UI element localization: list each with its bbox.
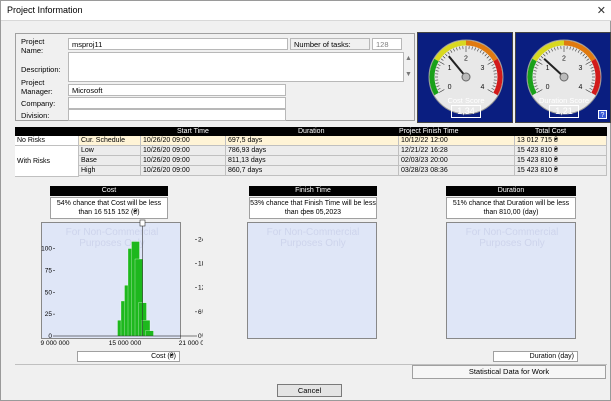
probability-marker-handle <box>139 219 146 227</box>
gauge-tick-label: 0 <box>448 84 452 91</box>
cost-score-label: Cost Score <box>447 96 485 105</box>
table-cell-finish: 10/12/22 12:00 <box>399 136 515 146</box>
with-risks-label: With Risks <box>15 146 79 177</box>
table-cell-type: Cur. Schedule <box>79 136 141 146</box>
help-icon[interactable]: ? <box>598 110 607 119</box>
table-header: Start Time Duration Project Finish Time … <box>15 127 607 136</box>
cost-unit-label: Cost (₴) <box>77 351 180 362</box>
description-label: Description: <box>21 65 61 74</box>
close-icon[interactable]: ✕ <box>597 4 606 17</box>
num-tasks-value: 128 <box>372 38 402 50</box>
title-bar: Project Information ✕ <box>1 1 611 21</box>
gauge-hub <box>461 72 471 82</box>
duration-unit-label: Duration (day) <box>493 351 578 362</box>
table-cell-cost: 13 012 715 ₴ <box>515 136 607 146</box>
table-cell-start: 10/26/20 09:00 <box>141 146 226 156</box>
no-risks-label: No Risks <box>15 136 79 146</box>
gauge-hub <box>559 72 569 82</box>
duration-panel: Duration 51% chance that Duration will b… <box>418 186 606 364</box>
duration-chart: 0204060800%4%8%12%16%20%600,00675,00750,… <box>418 186 606 364</box>
project-information-window: Project Information ✕ Project Name: mspr… <box>0 0 611 401</box>
table-cell-finish: 03/28/23 08:36 <box>399 166 515 176</box>
y2-tick-label: 6% <box>198 309 203 316</box>
y-tick-label: 25 <box>45 311 53 318</box>
x-tick-label: 9 000 000 <box>41 340 70 347</box>
table-cell-duration: 811,13 days <box>226 156 399 166</box>
company-input[interactable] <box>68 97 286 109</box>
x-tick-label: 21 000 000 <box>179 340 203 347</box>
table-cell-finish: 12/21/22 16:28 <box>399 146 515 156</box>
cost-panel: Cost 54% chance that Cost will be less t… <box>15 186 203 364</box>
schedule-summary-table: Start Time Duration Project Finish Time … <box>15 127 607 183</box>
project-manager-input[interactable]: Microsoft <box>68 84 286 96</box>
y-tick-label: 0 <box>48 333 52 340</box>
table-cell-cost: 15 423 810 ₴ <box>515 156 607 166</box>
table-cell-duration: 697,5 days <box>226 136 399 146</box>
table-cell-type: High <box>79 166 141 176</box>
histogram-bar <box>145 330 154 337</box>
header-start-time: Start Time <box>177 128 209 135</box>
table-cell-cost: 15 423 810 ₴ <box>515 146 607 156</box>
gauge-tick-label: 1 <box>546 65 550 72</box>
statistical-data-button[interactable]: Statistical Data for Work <box>412 365 606 379</box>
cost-score-value: 1,34 <box>451 105 481 118</box>
header-finish-time: Project Finish Time <box>399 128 459 135</box>
division-label: Division: <box>21 111 50 120</box>
project-name-label: Project Name: <box>21 37 45 55</box>
table-cell-duration: 860,7 days <box>226 166 399 176</box>
project-name-input[interactable]: msproj11 <box>68 38 288 50</box>
duration-score-gauge: 0 1 2 3 4 Duration Score 1,21 ? <box>515 32 611 123</box>
y2-tick-label: 18% <box>198 261 203 268</box>
table-cell-cost: 15 423 810 ₴ <box>515 166 607 176</box>
table-cell-type: Base <box>79 156 141 166</box>
header-total-cost: Total Cost <box>535 128 567 135</box>
finish-time-chart: 02040600%.4%.8%12%16%2023ноядекянвфевмар… <box>219 186 407 364</box>
y2-tick-label: 12% <box>198 285 203 292</box>
duration-score-value: 1,21 <box>549 105 579 118</box>
gauge-tick-label: 3 <box>481 65 485 72</box>
window-title: Project Information <box>7 5 83 15</box>
scroll-down-icon[interactable]: ▼ <box>405 71 412 78</box>
x-tick-label: 15 000 000 <box>109 340 142 347</box>
num-tasks-label: Number of tasks: <box>290 38 370 50</box>
gauge-tick-label: 2 <box>464 56 468 63</box>
cost-score-gauge: 0 1 2 3 4 Cost Score 1,34 <box>417 32 513 123</box>
project-manager-label: Project Manager: <box>21 78 53 96</box>
cancel-button[interactable]: Cancel <box>277 384 342 397</box>
table-cell-type: Low <box>79 146 141 156</box>
duration-score-label: Duration Score <box>538 96 590 105</box>
division-input[interactable] <box>68 109 286 121</box>
gauge-tick-label: 1 <box>448 65 452 72</box>
table-cell-finish: 02/03/23 20:00 <box>399 156 515 166</box>
gauge-tick-label: 2 <box>562 56 566 63</box>
y-tick-label: 50 <box>45 289 53 296</box>
gauge-tick-label: 0 <box>546 84 550 91</box>
project-info-box: Project Name: msproj11 Number of tasks: … <box>15 33 415 121</box>
gauge-tick-label: 4 <box>481 84 485 91</box>
finish-time-panel: Finish Time 53% chance that Finish Time … <box>219 186 407 364</box>
table-cell-start: 10/26/20 09:00 <box>141 136 226 146</box>
company-label: Company: <box>21 99 56 108</box>
table-cell-start: 10/26/20 09:00 <box>141 166 226 176</box>
y2-tick-label: 0% <box>198 333 203 340</box>
table-cell-duration: 786,93 days <box>226 146 399 156</box>
gauge-tick-label: 3 <box>579 65 583 72</box>
y-tick-label: 75 <box>45 267 53 274</box>
header-duration: Duration <box>298 128 325 135</box>
scroll-up-icon[interactable]: ▲ <box>405 55 412 62</box>
y2-tick-label: 24% <box>198 236 203 243</box>
gauge-tick-label: 4 <box>579 84 583 91</box>
description-input[interactable] <box>68 52 404 82</box>
y-tick-label: 100 <box>41 246 52 253</box>
table-cell-start: 10/26/20 09:00 <box>141 156 226 166</box>
cost-chart: 0 25 50 75 100 0% 6% 12% 18% 24% 9 000 000 15 000 0… <box>41 219 203 347</box>
